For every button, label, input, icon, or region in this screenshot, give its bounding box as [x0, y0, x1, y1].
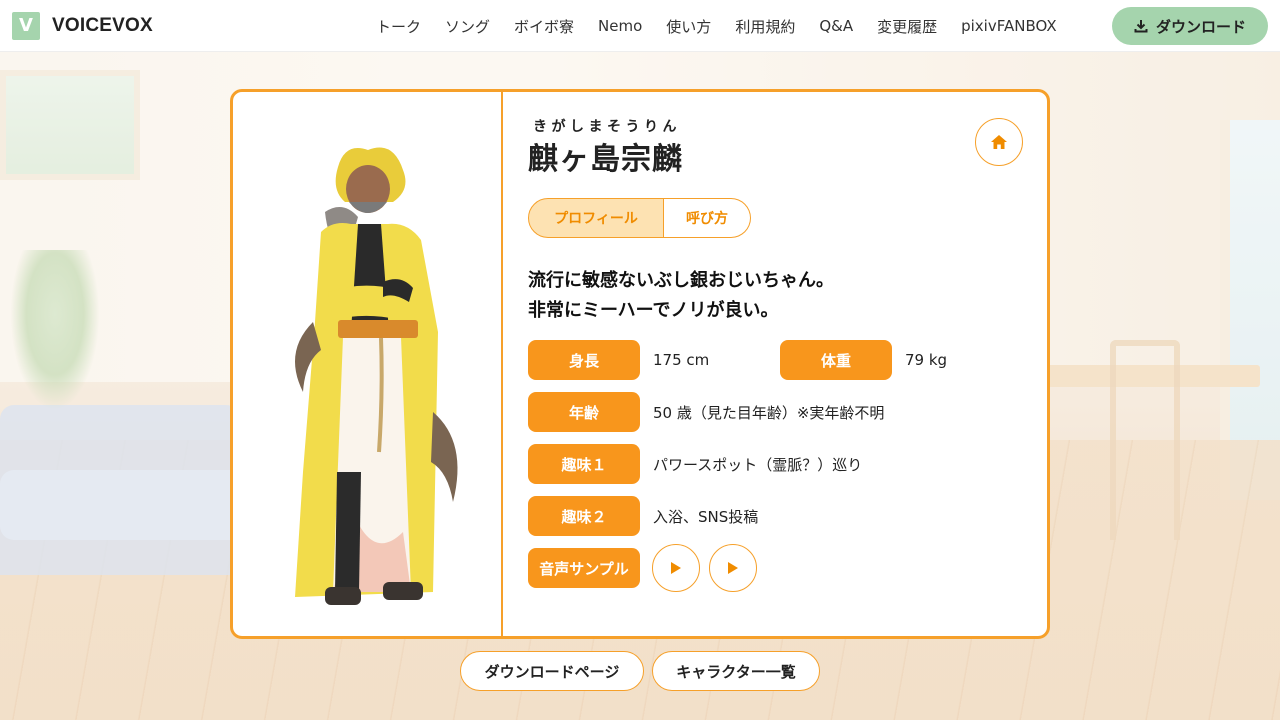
- character-list-button[interactable]: キャラクター一覧: [652, 651, 820, 691]
- nav-dorm[interactable]: ボイボ寮: [514, 16, 574, 37]
- voice-sample-label: 音声サンプル: [528, 548, 640, 588]
- nav-qa[interactable]: Q&A: [819, 17, 853, 35]
- brand-name: VOICEVOX: [52, 14, 153, 36]
- weight-label: 体重: [780, 340, 892, 380]
- logo-icon: V: [12, 11, 40, 40]
- character-name: 麒ヶ島宗麟: [528, 142, 683, 177]
- character-info: きがしまそうりん 麒ヶ島宗麟 プロフィール 呼び方 流行に敏感ないぶし銀おじいち…: [503, 92, 1047, 636]
- height-value: 175 cm: [653, 351, 710, 369]
- brand-link[interactable]: V VOICEVOX: [12, 11, 153, 40]
- profile-row-hobby1: 趣味１ パワースポット（霊脈？）巡り: [528, 444, 1047, 484]
- hobby2-label: 趣味２: [528, 496, 640, 536]
- profile-row-body: 身長 175 cm 体重 79 kg: [528, 340, 1047, 380]
- info-tabs: プロフィール 呼び方: [528, 198, 1047, 238]
- nav-howto[interactable]: 使い方: [666, 16, 711, 37]
- character-catchphrase: 流行に敏感ないぶし銀おじいちゃん。 非常にミーハーでノリが良い。: [528, 266, 1047, 326]
- download-icon: [1134, 20, 1148, 33]
- main-nav: トーク ソング ボイボ寮 Nemo 使い方 利用規約 Q&A 変更履歴 pixi…: [376, 0, 1081, 52]
- download-button[interactable]: ダウンロード: [1112, 7, 1268, 45]
- voice-sample-play-button-1[interactable]: [652, 544, 700, 592]
- profile-row-voice: 音声サンプル: [528, 544, 1047, 592]
- home-button[interactable]: [975, 118, 1023, 166]
- age-value: 50 歳（見た目年齢）※実年齢不明: [653, 403, 885, 422]
- nav-talk[interactable]: トーク: [376, 16, 421, 37]
- hobby1-label: 趣味１: [528, 444, 640, 484]
- nav-terms[interactable]: 利用規約: [735, 16, 795, 37]
- profile-row-hobby2: 趣味２ 入浴、SNS投稿: [528, 496, 1047, 536]
- site-header: V VOICEVOX トーク ソング ボイボ寮 Nemo 使い方 利用規約 Q&…: [0, 0, 1280, 52]
- hobby1-value: パワースポット（霊脈？）巡り: [653, 455, 863, 474]
- play-icon: [728, 562, 738, 574]
- catchphrase-line-1: 流行に敏感ないぶし銀おじいちゃん。: [528, 270, 834, 291]
- age-label: 年齢: [528, 392, 640, 432]
- character-card: きがしまそうりん 麒ヶ島宗麟 プロフィール 呼び方 流行に敏感ないぶし銀おじいち…: [230, 89, 1050, 639]
- tab-profile[interactable]: プロフィール: [528, 198, 664, 238]
- nav-song[interactable]: ソング: [445, 16, 490, 37]
- hobby2-value: 入浴、SNS投稿: [653, 507, 759, 526]
- voice-sample-play-button-2[interactable]: [709, 544, 757, 592]
- weight-value: 79 kg: [905, 351, 948, 369]
- profile-table: 身長 175 cm 体重 79 kg 年齢 50 歳（見た目年齢）※実年齢不明 …: [528, 340, 1047, 592]
- character-name-ruby: きがしまそうりん: [533, 119, 681, 135]
- nav-changelog[interactable]: 変更履歴: [877, 16, 937, 37]
- download-page-button[interactable]: ダウンロードページ: [460, 651, 644, 691]
- download-button-label: ダウンロード: [1155, 17, 1246, 36]
- character-portrait: [233, 92, 503, 636]
- tab-call-names[interactable]: 呼び方: [664, 198, 751, 238]
- height-label: 身長: [528, 340, 640, 380]
- home-icon: [991, 135, 1007, 149]
- character-illustration: [295, 147, 458, 605]
- nav-fanbox[interactable]: pixivFANBOX: [961, 17, 1057, 35]
- catchphrase-line-2: 非常にミーハーでノリが良い。: [528, 300, 779, 321]
- nav-nemo[interactable]: Nemo: [598, 17, 642, 35]
- profile-row-age: 年齢 50 歳（見た目年齢）※実年齢不明: [528, 392, 1047, 432]
- play-icon: [671, 562, 681, 574]
